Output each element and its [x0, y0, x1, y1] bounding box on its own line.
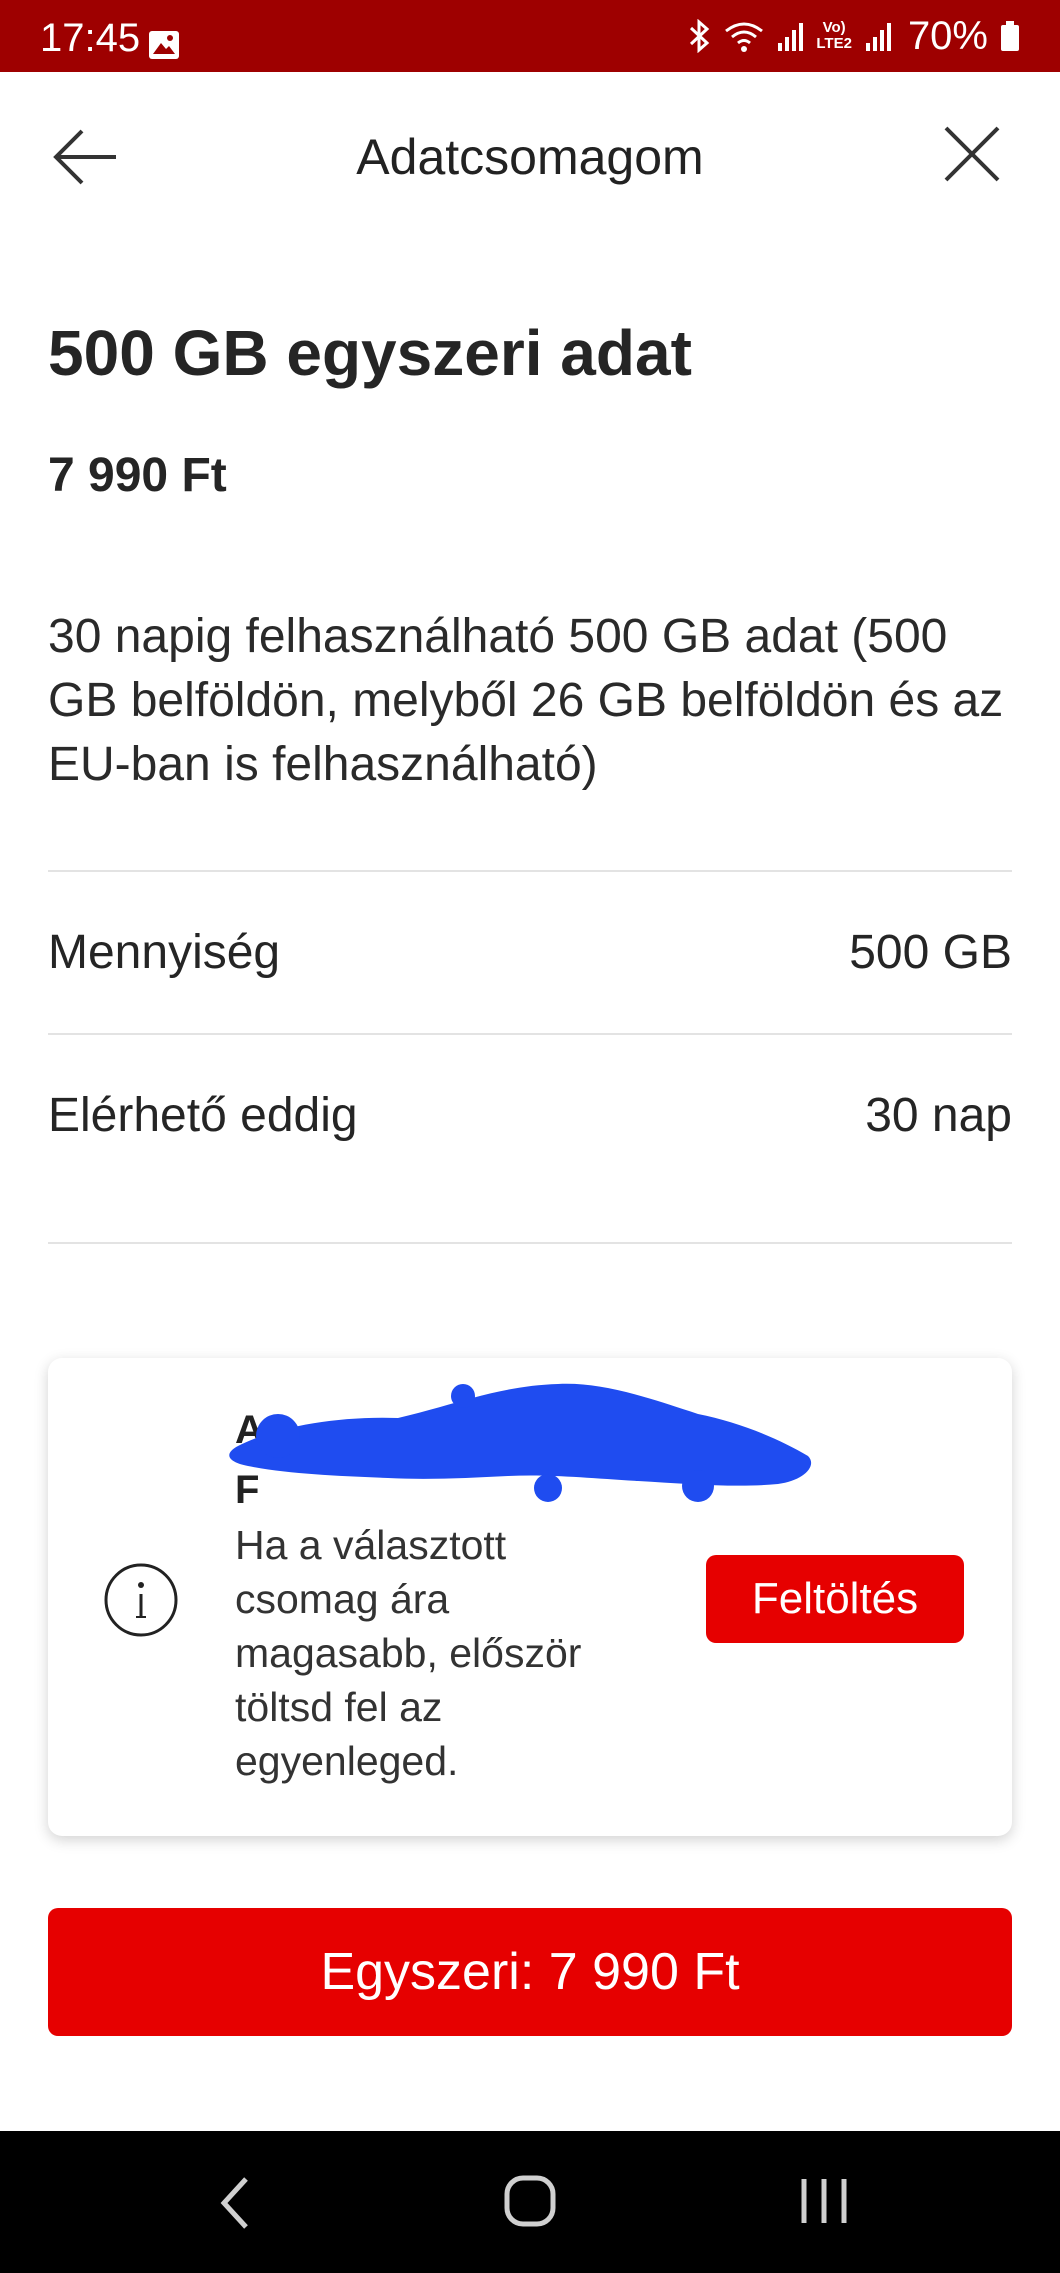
card-text: Ha a választott csomag ára magasabb, elő…	[235, 1522, 582, 1784]
balance-info-card: A F Ha a választott csomag ára magasabb,…	[48, 1358, 1012, 1836]
volte-lte-icon: Vo) LTE2	[816, 20, 852, 52]
status-bar: 17:45 Vo) LTE2 70%	[0, 0, 1060, 72]
divider	[48, 870, 1012, 872]
system-nav-bar	[0, 2131, 1060, 2273]
close-button[interactable]	[940, 122, 1004, 186]
purchase-button[interactable]: Egyszeri: 7 990 Ft	[48, 1908, 1012, 2036]
page-title: Adatcsomagom	[356, 129, 704, 185]
app-bar: Adatcsomagom	[0, 72, 1060, 242]
status-time: 17:45	[40, 16, 141, 60]
bluetooth-icon	[688, 19, 712, 53]
validity-label: Elérhető eddig	[48, 1089, 358, 1142]
nav-home-button[interactable]	[500, 2171, 560, 2231]
nav-back-button[interactable]	[210, 2171, 260, 2235]
signal-icon-1	[776, 19, 804, 53]
signal-icon-2	[864, 19, 892, 53]
quantity-label: Mennyiség	[48, 926, 281, 979]
battery-percent: 70%	[907, 13, 988, 58]
wifi-icon	[724, 19, 764, 53]
chevron-left-icon	[220, 2177, 248, 2229]
redaction-scribble	[218, 1366, 828, 1526]
volte-label: Vo)	[822, 19, 846, 36]
recent-apps-icon	[801, 2179, 847, 2223]
product-price: 7 990 Ft	[48, 449, 227, 502]
product-title: 500 GB egyszeri adat	[48, 317, 692, 389]
home-icon	[504, 2175, 556, 2227]
lte-label: LTE2	[816, 35, 852, 52]
divider	[48, 1033, 1012, 1035]
quantity-value: 500 GB	[849, 926, 1012, 979]
info-icon	[103, 1562, 179, 1638]
divider	[48, 1242, 1012, 1244]
nav-recent-apps-button[interactable]	[796, 2173, 852, 2229]
gallery-notification-icon	[148, 30, 180, 60]
product-description: 30 napig felhasználható 500 GB adat (500…	[48, 610, 1004, 791]
status-icons: Vo) LTE2 70%	[688, 14, 1020, 58]
validity-value: 30 nap	[865, 1089, 1012, 1142]
topup-button[interactable]: Feltöltés	[706, 1555, 964, 1643]
close-icon	[944, 126, 1000, 182]
battery-icon	[1000, 19, 1020, 53]
